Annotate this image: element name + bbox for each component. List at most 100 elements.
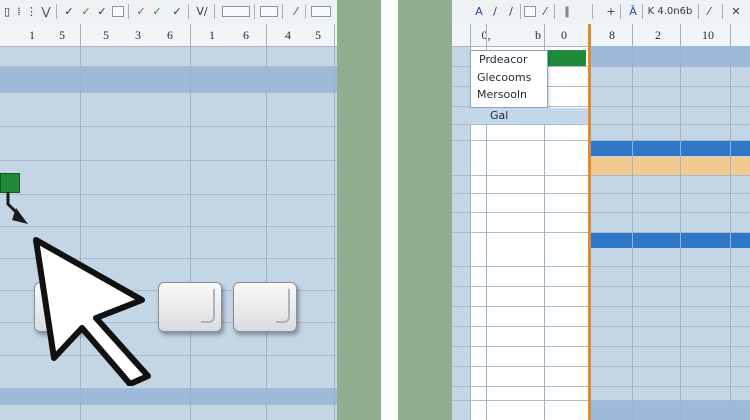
check-icon[interactable]: ✓: [134, 3, 148, 20]
column-header[interactable]: 1: [22, 24, 42, 46]
toolbar-button[interactable]: ⁞: [14, 3, 24, 20]
add-icon[interactable]: +: [606, 3, 616, 20]
left-column-header-row: 1 5 5 3 6 1 6 4 5: [0, 24, 337, 47]
dropdown-item[interactable]: Mersooln: [477, 88, 527, 101]
column-header[interactable]: 5: [308, 24, 328, 46]
toolbar-box-button[interactable]: [112, 6, 124, 17]
column-header[interactable]: 5: [96, 24, 116, 46]
column-header[interactable]: 1: [202, 24, 222, 46]
row-band: [589, 46, 750, 66]
grid-line: [452, 212, 750, 213]
number-format-button[interactable]: K 4.0n6b: [646, 3, 694, 20]
toolbar-box-button[interactable]: [311, 6, 331, 17]
dropdown-list[interactable]: Prdeacor Glecooms Mersooln: [470, 50, 548, 108]
grid-line: [680, 24, 681, 420]
column-header[interactable]: 6: [160, 24, 180, 46]
column-header[interactable]: 2: [648, 24, 668, 46]
toolbar-separator: [282, 4, 283, 19]
toolbar-button[interactable]: ⁄: [540, 3, 550, 20]
grid-line: [0, 126, 337, 127]
window-gap-right: [398, 0, 452, 420]
grid-line: [452, 366, 750, 367]
toolbar-separator: [56, 4, 57, 19]
toolbar-separator: [254, 4, 255, 19]
toolbar-separator: [554, 4, 555, 19]
column-header[interactable]: b: [528, 24, 548, 46]
toolbar-button[interactable]: /: [490, 3, 500, 20]
check-icon[interactable]: ✓: [80, 3, 92, 20]
check-icon[interactable]: ✓: [96, 3, 108, 20]
selected-cell-row[interactable]: Gal: [470, 108, 588, 124]
column-header[interactable]: 4: [278, 24, 298, 46]
toolbar-box-button[interactable]: [222, 6, 250, 17]
toolbar-separator: [520, 4, 521, 19]
toolbar-separator: [214, 4, 215, 19]
grid-line: [452, 193, 750, 194]
toolbar-button[interactable]: ▯: [2, 3, 12, 20]
highlighted-row-orange[interactable]: [589, 157, 750, 175]
grid-line: [730, 24, 731, 420]
column-header[interactable]: 8: [602, 24, 622, 46]
column-header[interactable]: 6: [236, 24, 256, 46]
grid-line: [452, 140, 750, 141]
grid-line: [190, 24, 191, 420]
grid-line: [452, 346, 750, 347]
right-toolbar: A / / ⁄ ∥ + Ā K 4.0n6b ⁄ ✕: [452, 0, 750, 25]
dropdown-item[interactable]: Glecooms: [477, 71, 531, 84]
grid-line: [452, 326, 750, 327]
toolbar-button[interactable]: ✓: [170, 3, 184, 20]
grid-line: [266, 24, 267, 420]
active-header-cell[interactable]: [548, 50, 586, 66]
grid-line: [452, 124, 750, 125]
grid-line: [0, 404, 337, 405]
grid-line: [0, 194, 337, 195]
drag-connector-arrow: [6, 192, 28, 224]
toolbar-separator: [722, 4, 723, 19]
key-button[interactable]: [158, 282, 222, 332]
toolbar-button[interactable]: ⋮: [26, 3, 37, 20]
toolbar-box-button[interactable]: [260, 6, 278, 17]
grid-line: [334, 24, 335, 420]
grid-line: [452, 232, 750, 233]
grid-line: [0, 160, 337, 161]
window-gap-white: [381, 0, 398, 420]
grid-line: [0, 388, 337, 389]
column-header[interactable]: 3: [128, 24, 148, 46]
toolbar-button[interactable]: /: [506, 3, 516, 20]
check-icon[interactable]: ✓: [62, 3, 76, 20]
left-spreadsheet: ▯ ⁞ ⋮ ⋁ ✓ ✓ ✓ ✓ ✓ ✓ V/ ⁄ 1 5 5 3 6 1 6 4…: [0, 0, 337, 420]
key-button[interactable]: [233, 282, 297, 332]
highlighted-row[interactable]: [589, 232, 750, 248]
cell-label: Gal: [490, 109, 509, 122]
toolbar-button[interactable]: ⁄: [290, 3, 302, 20]
toolbar-separator: [305, 4, 306, 19]
column-header[interactable]: 0: [554, 24, 574, 46]
toolbar-button[interactable]: ∥: [562, 3, 572, 20]
right-spreadsheet: A / / ⁄ ∥ + Ā K 4.0n6b ⁄ ✕ 0, b 0 8 2 10: [452, 0, 750, 420]
left-toolbar: ▯ ⁞ ⋮ ⋁ ✓ ✓ ✓ ✓ ✓ ✓ V/ ⁄: [0, 0, 337, 25]
toolbar-box-button[interactable]: [524, 6, 536, 17]
check-icon[interactable]: ✓: [150, 3, 164, 20]
toolbar-separator: [592, 4, 593, 19]
toolbar-separator: [128, 4, 129, 19]
grid-line: [452, 386, 750, 387]
highlighted-row[interactable]: [589, 140, 750, 156]
toolbar-button[interactable]: V/: [194, 3, 210, 20]
toolbar-button[interactable]: ⁄: [704, 3, 714, 20]
cursor-arrow-icon: [33, 237, 151, 386]
selected-row[interactable]: [0, 66, 337, 92]
font-color-icon[interactable]: A: [474, 3, 484, 20]
grid-line: [452, 266, 750, 267]
toolbar-button[interactable]: ⋁: [40, 3, 52, 20]
column-header[interactable]: 5: [52, 24, 72, 46]
dropdown-item[interactable]: Prdeacor: [479, 53, 528, 66]
close-icon[interactable]: ✕: [730, 3, 742, 20]
column-header[interactable]: 10: [698, 24, 718, 46]
grid-line: [452, 306, 750, 307]
toolbar-separator: [642, 4, 643, 19]
toolbar-separator: [188, 4, 189, 19]
toolbar-button[interactable]: Ā: [628, 3, 638, 20]
selected-row[interactable]: [0, 388, 337, 404]
frozen-pane-divider[interactable]: [588, 24, 591, 420]
right-column-header-row: 0, b 0 8 2 10: [452, 24, 750, 47]
